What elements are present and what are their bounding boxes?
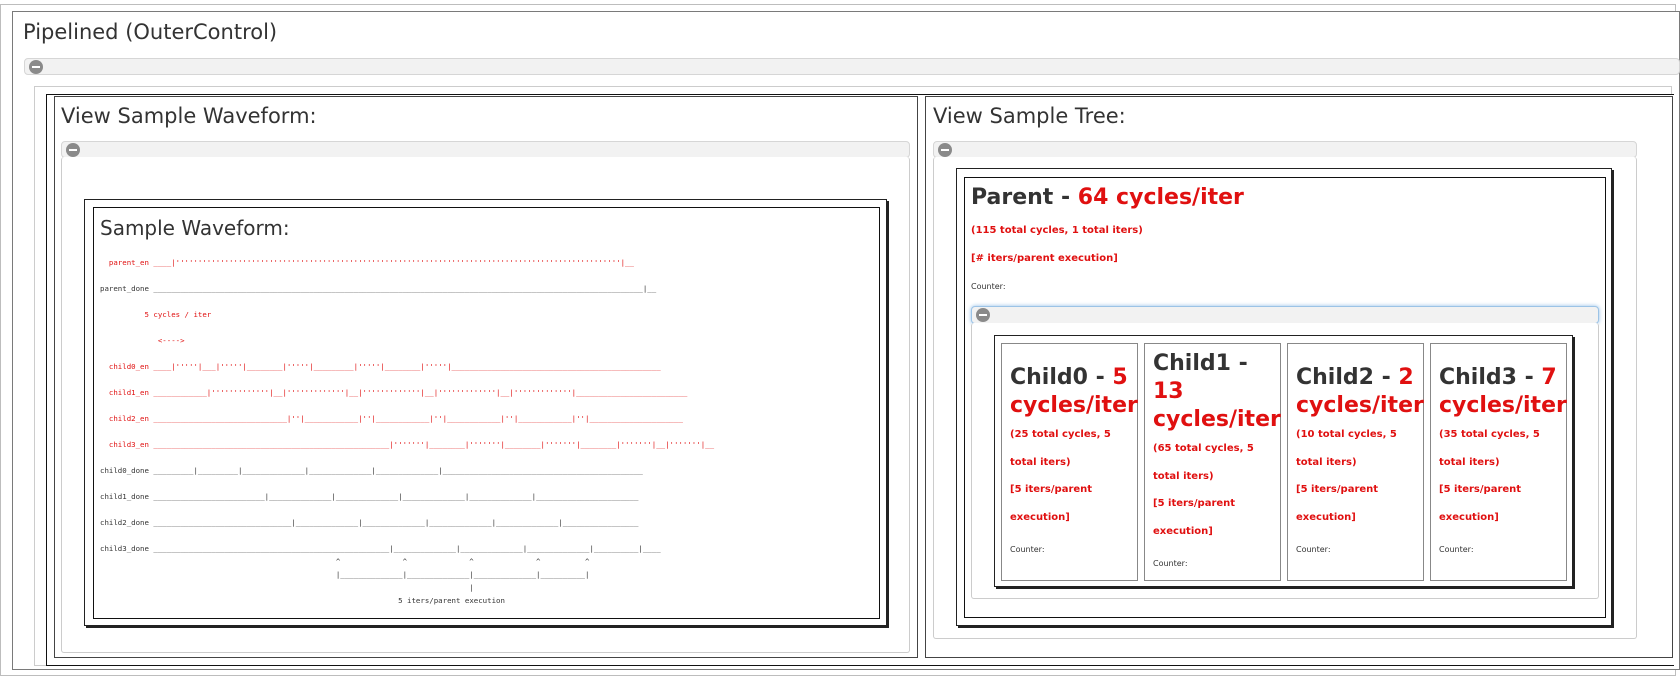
collapse-icon[interactable] <box>66 143 80 157</box>
child-title: Child3 - 7 cycles/iter <box>1439 364 1567 420</box>
child-iters: [5 iters/parent execution] <box>1439 484 1522 523</box>
child-card-0: Child0 - 5 cycles/iter (25 total cycles,… <box>1001 343 1138 581</box>
child-info: (25 total cycles, 5 total iters) [5 iter… <box>1010 421 1135 531</box>
child-counter: Counter: <box>1010 545 1045 554</box>
child-name: Child1 - <box>1153 351 1248 376</box>
child-name: Child0 - <box>1010 365 1113 390</box>
child-card-2: Child2 - 2 cycles/iter (10 total cycles,… <box>1287 343 1424 581</box>
waveform-panel-title: View Sample Waveform: <box>61 104 317 128</box>
signal-label: child1_done <box>100 492 149 501</box>
tree-collapse-bar[interactable] <box>933 141 1637 158</box>
parent-iters: [# iters/parent execution] <box>971 253 1118 264</box>
parent-rate: 64 cycles/iter <box>1077 185 1244 210</box>
signal-label: child0_done <box>100 466 149 475</box>
child-iters: [5 iters/parent execution] <box>1153 498 1236 537</box>
child-info: (10 total cycles, 5 total iters) [5 iter… <box>1296 421 1421 531</box>
signal-label: child2_done <box>100 518 149 527</box>
sample-waveform-title: Sample Waveform: <box>100 216 290 240</box>
waveform-collapse-bar[interactable] <box>61 141 910 158</box>
child-counter: Counter: <box>1153 559 1188 568</box>
outer-collapse-bar[interactable] <box>24 58 1680 75</box>
parent-counter: Counter: <box>971 282 1006 291</box>
signal-label: child3_en <box>108 440 149 449</box>
collapse-icon[interactable] <box>938 143 952 157</box>
child-totals: (65 total cycles, 5 total iters) <box>1153 443 1254 482</box>
page-title: Pipelined (OuterControl) <box>23 20 278 44</box>
child-title: Child0 - 5 cycles/iter <box>1010 364 1138 420</box>
child-info: (35 total cycles, 5 total iters) [5 iter… <box>1439 421 1564 531</box>
cycles-arrow: <----> <box>157 336 185 345</box>
child-card-3: Child3 - 7 cycles/iter (35 total cycles,… <box>1430 343 1567 581</box>
parent-name: Parent - <box>971 185 1078 210</box>
child-title: Child2 - 2 cycles/iter <box>1296 364 1424 420</box>
parent-title: Parent - 64 cycles/iter <box>971 185 1244 210</box>
child-name: Child2 - <box>1296 365 1399 390</box>
waveform-diagram: parent_en ____|'''''''''''''''''''''''''… <box>100 258 715 605</box>
tree-panel-title: View Sample Tree: <box>933 104 1126 128</box>
signal-label: parent_en <box>108 258 149 267</box>
child-info: (65 total cycles, 5 total iters) [5 iter… <box>1153 435 1278 545</box>
child-counter: Counter: <box>1439 545 1474 554</box>
collapse-icon[interactable] <box>29 60 43 74</box>
child-totals: (10 total cycles, 5 total iters) <box>1296 429 1397 468</box>
signal-label: child3_done <box>100 544 149 553</box>
child-counter: Counter: <box>1296 545 1331 554</box>
child-totals: (25 total cycles, 5 total iters) <box>1010 429 1111 468</box>
signal-label: parent_done <box>100 284 149 293</box>
signal-label: child0_en <box>108 362 149 371</box>
child-card-1: Child1 - 13 cycles/iter (65 total cycles… <box>1144 343 1281 581</box>
collapse-icon[interactable] <box>976 308 990 322</box>
child-title: Child1 - 13 cycles/iter <box>1153 350 1281 434</box>
parent-totals: (115 total cycles, 1 total iters) <box>971 225 1143 236</box>
iters-annotation: 5 iters/parent execution <box>398 596 505 605</box>
child-rate: 13 cycles/iter <box>1153 379 1281 432</box>
child-totals: (35 total cycles, 5 total iters) <box>1439 429 1540 468</box>
child-name: Child3 - <box>1439 365 1542 390</box>
cycles-annotation: 5 cycles / iter <box>144 310 212 319</box>
signal-label: child1_en <box>108 388 149 397</box>
children-collapse-bar[interactable] <box>971 306 1599 324</box>
child-iters: [5 iters/parent execution] <box>1296 484 1379 523</box>
child-iters: [5 iters/parent execution] <box>1010 484 1093 523</box>
signal-label: child2_en <box>108 414 149 423</box>
